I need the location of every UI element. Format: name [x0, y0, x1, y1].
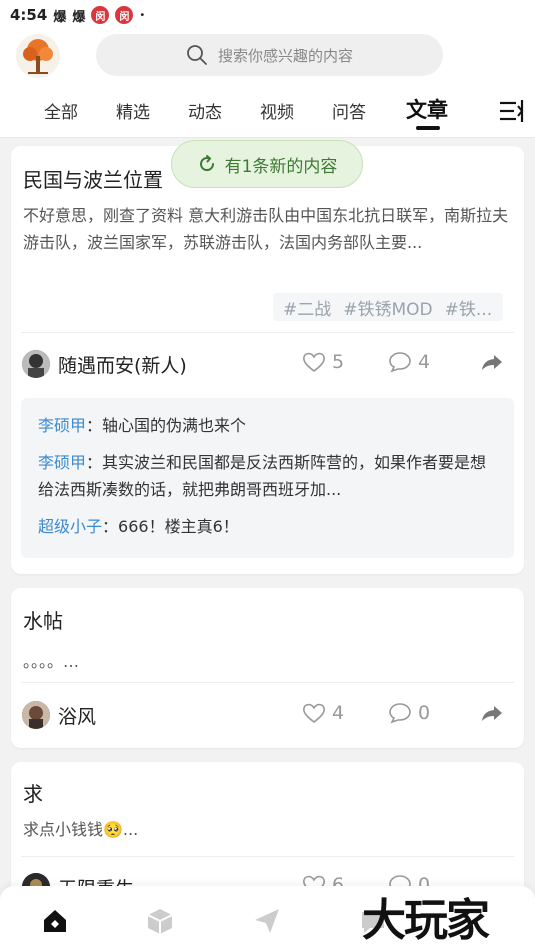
refresh-icon — [199, 155, 214, 172]
watermark-logo: 大玩家 — [362, 895, 490, 946]
status-icon-2: 爆 — [72, 9, 86, 25]
post-title[interactable]: 民国与波兰位置 — [23, 164, 163, 193]
author-avatar[interactable] — [22, 701, 50, 729]
comment-sep: ： — [86, 453, 103, 472]
search-bar[interactable]: 搜索你感兴趣的内容 — [96, 34, 443, 76]
status-bar: 4:54 爆 爆 闵 闵 • — [0, 0, 535, 30]
comment-sep: ： — [86, 416, 103, 435]
status-badge-icon-2: 闵 — [115, 6, 134, 24]
category-tabs: 全部 精选 动态 视频 问答 文章 — [0, 84, 535, 138]
comment-text: 其实波兰和民国都是反法西斯阵营的，如果作者要是想给法西斯凑数的话，就把弗朗哥西班… — [38, 453, 487, 499]
tab-articles[interactable]: 文章 — [406, 94, 448, 124]
tab-videos[interactable]: 视频 — [260, 98, 294, 123]
like-button[interactable]: 4 — [302, 702, 344, 724]
comment-button[interactable]: 4 — [388, 351, 430, 373]
post-excerpt: 。。。。… — [23, 652, 80, 671]
box-icon[interactable] — [145, 906, 175, 936]
search-icon — [187, 45, 207, 65]
comment-item: 超级小子：666！楼主真6！ — [38, 513, 498, 540]
heart-icon — [303, 352, 325, 373]
status-time: 4:54 — [10, 6, 48, 24]
author-row: 浴风 4 0 — [22, 698, 513, 732]
comment-icon — [389, 703, 411, 724]
avatar-image-icon — [22, 701, 50, 729]
divider — [21, 332, 514, 333]
tab-menu-icon[interactable] — [498, 98, 526, 124]
tab-featured[interactable]: 精选 — [116, 98, 150, 123]
comment-button[interactable]: 0 — [388, 702, 430, 724]
post-card[interactable]: 水帖 。。。。… 浴风 4 0 — [11, 588, 524, 748]
tag-item[interactable]: #铁... — [445, 295, 492, 320]
author-name[interactable]: 浴风 — [58, 702, 96, 729]
status-badge-icon-1: 闵 — [91, 6, 110, 24]
comment-text: 轴心国的伪满也来个 — [102, 416, 247, 435]
new-content-toast[interactable]: 有1条新的内容 — [171, 140, 363, 188]
search-placeholder: 搜索你感兴趣的内容 — [217, 46, 353, 65]
comment-count: 0 — [418, 702, 431, 724]
comment-user[interactable]: 超级小子 — [38, 517, 102, 536]
post-title[interactable]: 水帖 — [23, 605, 63, 634]
post-excerpt: 不好意思，刚查了资料 意大利游击队由中国东北抗日联军，南斯拉夫游击队，波兰国家军… — [23, 206, 509, 252]
toast-text: 有1条新的内容 — [224, 156, 338, 177]
status-icon-1: 爆 — [53, 9, 67, 25]
comment-text: 666！楼主真6！ — [118, 517, 239, 536]
author-avatar[interactable] — [22, 350, 50, 378]
home-icon[interactable] — [40, 906, 70, 936]
like-count: 5 — [332, 351, 345, 373]
tab-qa[interactable]: 问答 — [332, 98, 366, 123]
tab-all[interactable]: 全部 — [44, 98, 78, 123]
status-dot: • — [139, 9, 146, 21]
comment-item: 李硕甲：轴心国的伪满也来个 — [38, 412, 498, 439]
active-tab-indicator — [416, 126, 440, 130]
share-icon[interactable] — [481, 353, 503, 371]
tag-item[interactable]: #铁锈MOD — [343, 295, 432, 320]
like-count: 4 — [332, 702, 345, 724]
post-tags: #二战 #铁锈MOD #铁... — [273, 293, 503, 321]
top-bar: 搜索你感兴趣的内容 — [0, 30, 535, 84]
comment-preview-box[interactable]: 李硕甲：轴心国的伪满也来个 李硕甲：其实波兰和民国都是反法西斯阵营的，如果作者要… — [21, 398, 514, 558]
comment-item: 李硕甲：其实波兰和民国都是反法西斯阵营的，如果作者要是想给法西斯凑数的话，就把弗… — [38, 449, 498, 503]
divider — [21, 856, 514, 857]
share-icon[interactable] — [481, 704, 503, 722]
post-excerpt: 求点小钱钱🥺... — [23, 820, 139, 839]
comment-icon — [389, 352, 411, 373]
post-title[interactable]: 求 — [23, 778, 43, 807]
heart-icon — [303, 703, 325, 724]
comment-user[interactable]: 李硕甲 — [38, 453, 86, 472]
divider — [21, 682, 514, 683]
user-avatar[interactable] — [16, 34, 60, 78]
comment-count: 4 — [418, 351, 431, 373]
author-row: 随遇而安(新人) 5 4 — [22, 347, 513, 381]
tab-moments[interactable]: 动态 — [188, 98, 222, 123]
comment-user[interactable]: 李硕甲 — [38, 416, 86, 435]
post-card[interactable]: 民国与波兰位置 不好意思，刚查了资料 意大利游击队由中国东北抗日联军，南斯拉夫游… — [11, 146, 524, 574]
like-button[interactable]: 5 — [302, 351, 344, 373]
send-icon[interactable] — [252, 906, 282, 936]
comment-sep: ： — [102, 517, 119, 536]
avatar-image-icon — [22, 350, 50, 378]
tree-logo-icon — [23, 39, 53, 74]
tag-item[interactable]: #二战 — [283, 295, 331, 320]
author-name[interactable]: 随遇而安(新人) — [58, 351, 187, 378]
